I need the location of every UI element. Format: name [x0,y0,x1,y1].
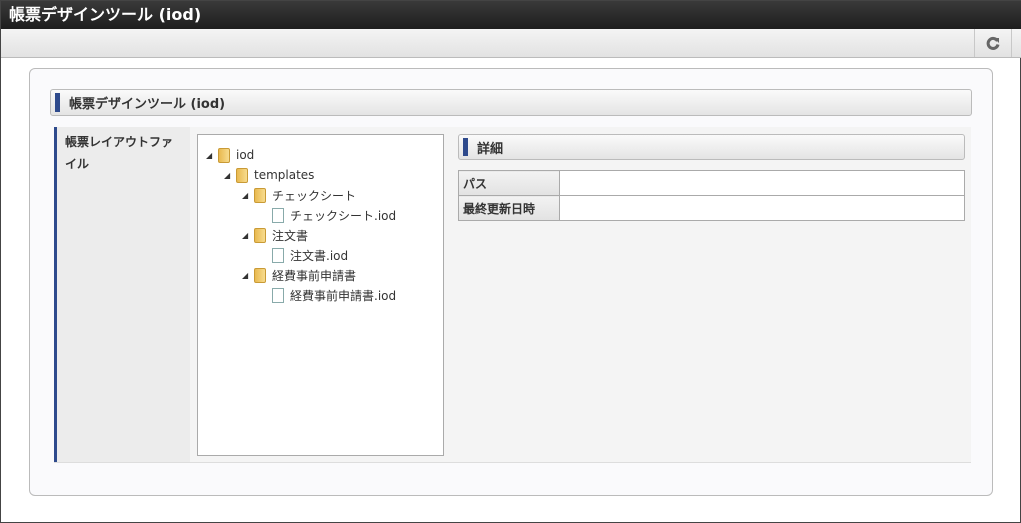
tree-node-label: 注文書.iod [290,248,349,263]
table-row: 最終更新日時 [458,195,965,221]
folder-icon [254,267,266,283]
tree-node-label: チェックシート.iod [290,208,397,223]
file-icon [272,207,284,223]
toolbar [1,29,1021,58]
detail-table: パス 最終更新日時 [458,170,965,221]
file-icon [272,247,284,263]
tree-node-label: 経費事前申請書.iod [290,288,397,303]
modified-label: 最終更新日時 [458,195,560,221]
tree-node[interactable]: ◢ templates [198,165,443,185]
tree-node[interactable]: ◢ iod [198,145,443,165]
expand-arrow-icon[interactable]: ◢ [224,171,236,180]
detail-header: 詳細 [458,134,965,160]
tree-node[interactable]: 経費事前申請書.iod [198,285,443,305]
tree-node-label: チェックシート [272,188,357,203]
content-area: 帳票レイアウトファイル ◢ iod ◢ templates ◢ チェックシート チェックシー… [54,127,971,463]
tree-node[interactable]: ◢ 経費事前申請書 [198,265,443,285]
folder-icon [218,147,230,163]
tree-node-label: iod [236,148,255,162]
tree-node[interactable]: 注文書.iod [198,245,443,265]
file-tree[interactable]: ◢ iod ◢ templates ◢ チェックシート チェックシート.iod ◢ 注文書 注文書… [197,134,444,456]
tree-node[interactable]: チェックシート.iod [198,205,443,225]
refresh-icon [986,36,1000,50]
folder-icon [254,187,266,203]
field-label: 帳票レイアウトファイル [54,127,190,462]
path-value [559,170,965,196]
folder-icon [236,167,248,183]
app-title: 帳票デザインツール (iod) [1,1,1021,29]
tree-node[interactable]: ◢ チェックシート [198,185,443,205]
tree-node[interactable]: ◢ 注文書 [198,225,443,245]
expand-arrow-icon[interactable]: ◢ [206,151,218,160]
tree-node-label: 経費事前申請書 [272,268,357,283]
modified-value [559,195,965,221]
expand-arrow-icon[interactable]: ◢ [242,191,254,200]
expand-arrow-icon[interactable]: ◢ [242,231,254,240]
main-panel: 帳票デザインツール (iod) 帳票レイアウトファイル ◢ iod ◢ templat… [29,68,993,496]
table-row: パス [458,170,965,196]
file-icon [272,287,284,303]
path-label: パス [458,170,560,196]
section-header: 帳票デザインツール (iod) [50,89,972,116]
refresh-button[interactable] [974,29,1012,57]
folder-icon [254,227,266,243]
tree-node-label: templates [254,168,315,182]
expand-arrow-icon[interactable]: ◢ [242,271,254,280]
tree-node-label: 注文書 [272,228,309,243]
